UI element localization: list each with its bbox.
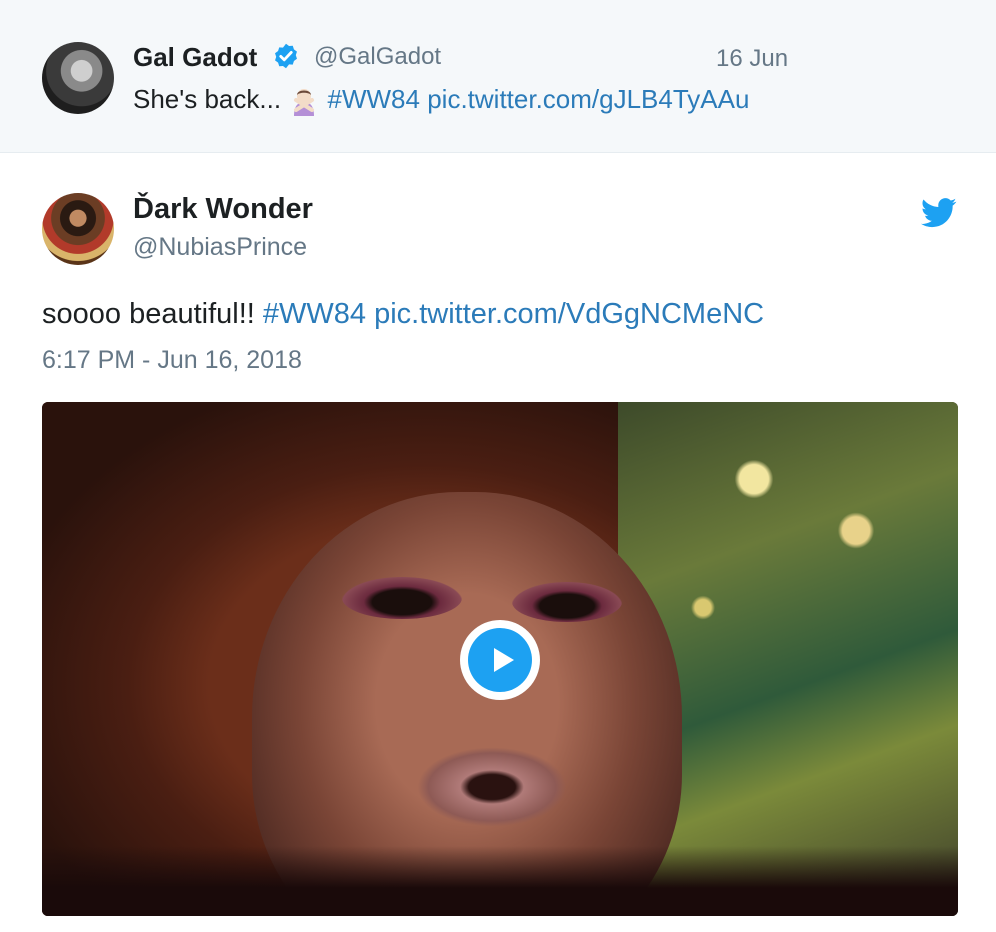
video-thumbnail-lips — [417, 747, 567, 827]
author-name[interactable]: Gal Gadot — [133, 42, 257, 73]
tweet-text-prefix: soooo beautiful!! — [42, 298, 263, 330]
video-thumbnail-eye — [342, 577, 462, 619]
embedded-tweet: Ďark Wonder @NubiasPrince soooo beautifu… — [0, 153, 996, 932]
tweet-text: She's back... #WW84 pic.twitter.com/gJLB… — [133, 84, 749, 117]
video-media[interactable] — [42, 402, 958, 916]
person-gesturing-no-emoji-icon — [294, 89, 315, 117]
hashtag-link[interactable]: #WW84 — [263, 298, 366, 330]
tweet-text-prefix: She's back... — [133, 84, 289, 114]
media-link[interactable]: pic.twitter.com/gJLB4TyAAu — [427, 84, 749, 114]
tweet-text: soooo beautiful!! #WW84 pic.twitter.com/… — [42, 298, 764, 331]
tweet-date[interactable]: 16 Jun — [716, 45, 788, 73]
play-icon — [468, 628, 532, 692]
author-name[interactable]: Ďark Wonder — [133, 193, 313, 226]
media-link[interactable]: pic.twitter.com/VdGgNCMeNC — [374, 298, 764, 330]
avatar[interactable] — [42, 193, 114, 265]
verified-badge-icon — [275, 43, 297, 69]
video-thumbnail-foreground — [42, 846, 958, 916]
hashtag-link[interactable]: #WW84 — [328, 84, 420, 114]
play-button[interactable] — [460, 620, 540, 700]
quoted-tweet[interactable]: Gal Gadot @GalGadot 16 Jun She's back...… — [0, 0, 996, 153]
twitter-bird-icon[interactable] — [921, 198, 957, 228]
avatar[interactable] — [42, 42, 114, 114]
author-handle[interactable]: @NubiasPrince — [133, 233, 307, 262]
author-handle[interactable]: @GalGadot — [314, 43, 441, 71]
tweet-timestamp[interactable]: 6:17 PM - Jun 16, 2018 — [42, 346, 302, 375]
video-thumbnail-eye — [512, 582, 622, 622]
